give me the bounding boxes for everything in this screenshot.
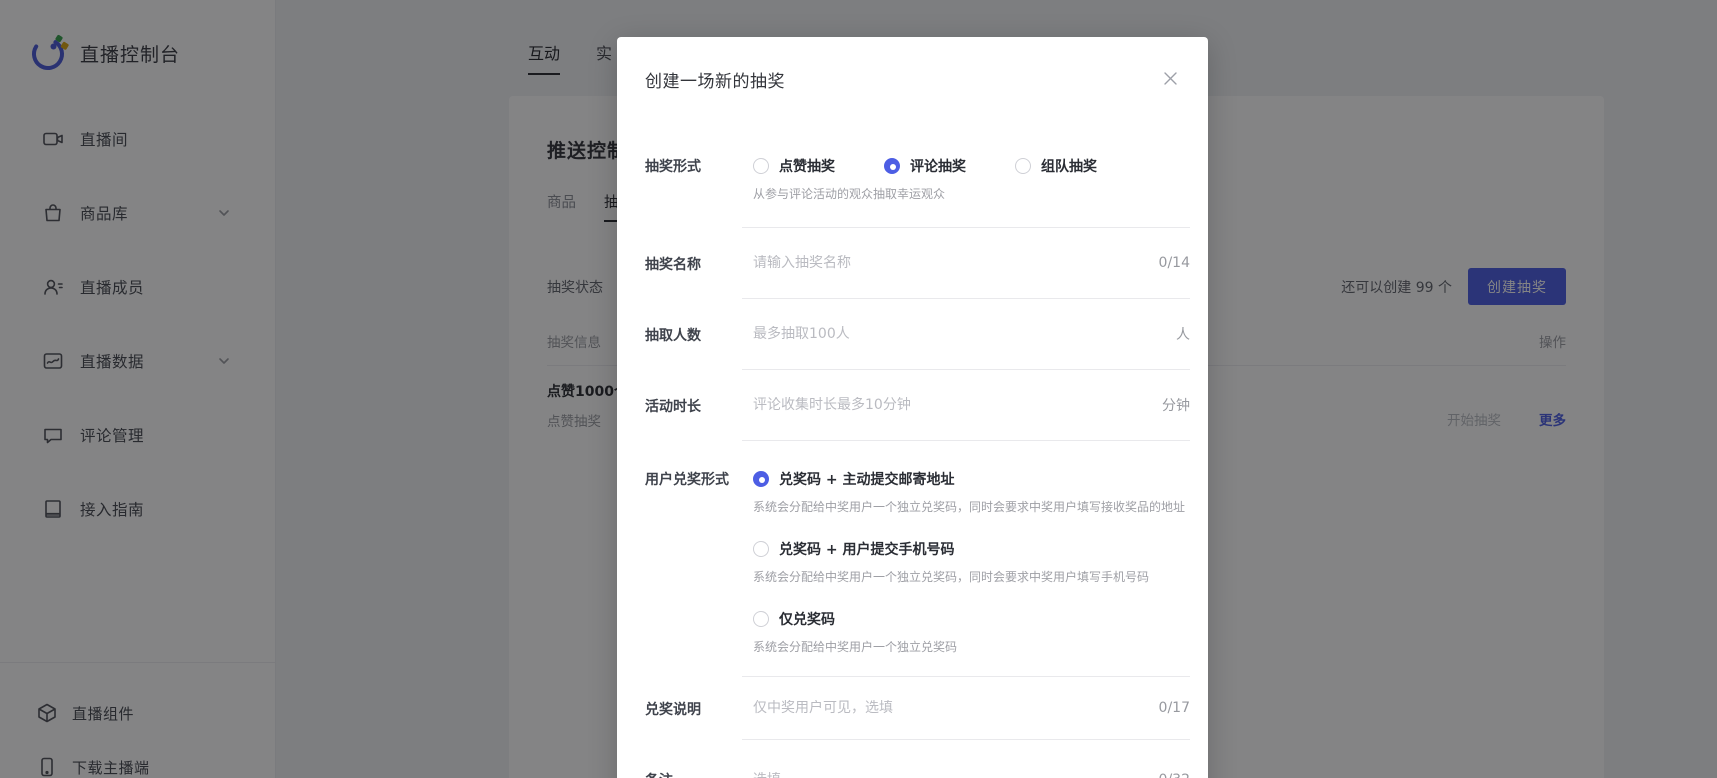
field-remark: 备注 0/32 [645,740,1190,778]
field-label: 活动时长 [645,370,742,441]
lottery-name-input[interactable] [753,255,1151,271]
modal-header: 创建一场新的抽奖 [617,37,1208,92]
radio-circle-icon [753,158,769,174]
field-helper: 系统会分配给中奖用户一个独立兑奖码，同时会要求中奖用户填写手机号码 [753,568,1190,585]
radio-team-lottery[interactable]: 组队抽奖 [1015,156,1097,176]
field-label: 抽奖名称 [645,228,742,299]
field-helper: 系统会分配给中奖用户一个独立兑奖码 [753,638,1190,655]
radio-comment-lottery[interactable]: 评论抽奖 [884,156,966,176]
field-redeem-type: 用户兑奖形式 兑奖码 + 主动提交邮寄地址 系统会分配给中奖用户一个独立兑奖码，… [645,441,1190,677]
redeem-option-code-only: 仅兑奖码 系统会分配给中奖用户一个独立兑奖码 [753,609,1190,655]
radio-circle-icon [753,471,769,487]
modal-title: 创建一场新的抽奖 [645,67,785,92]
field-redeem-description: 兑奖说明 0/17 [645,677,1190,740]
field-label: 兑奖说明 [645,677,742,740]
radio-redeem-phone[interactable]: 兑奖码 + 用户提交手机号码 [753,539,1141,559]
redeem-option-mail-address: 兑奖码 + 主动提交邮寄地址 系统会分配给中奖用户一个独立兑奖码，同时会要求中奖… [753,469,1190,515]
radio-circle-icon [1015,158,1031,174]
create-lottery-modal: 创建一场新的抽奖 抽奖形式 点赞抽奖 评论抽奖 [617,37,1208,778]
field-lottery-name: 抽奖名称 0/14 [645,228,1190,299]
unit-suffix: 分钟 [1162,395,1190,415]
field-lottery-type: 抽奖形式 点赞抽奖 评论抽奖 组队抽奖 从参与评论活 [645,134,1190,228]
radio-like-lottery[interactable]: 点赞抽奖 [753,156,835,176]
char-counter: 0/32 [1159,772,1190,778]
field-helper: 系统会分配给中奖用户一个独立兑奖码，同时会要求中奖用户填写接收奖品的地址 [753,498,1190,515]
redeem-description-input[interactable] [753,700,1151,716]
remark-input[interactable] [753,772,1151,778]
char-counter: 0/14 [1159,255,1190,271]
field-duration: 活动时长 分钟 [645,370,1190,441]
field-label: 抽奖形式 [645,134,742,228]
radio-circle-icon [753,611,769,627]
radio-redeem-mail[interactable]: 兑奖码 + 主动提交邮寄地址 [753,469,1141,489]
modal-form: 抽奖形式 点赞抽奖 评论抽奖 组队抽奖 从参与评论活 [617,134,1208,778]
char-counter: 0/17 [1159,700,1190,716]
radio-circle-icon [884,158,900,174]
radio-redeem-code-only[interactable]: 仅兑奖码 [753,609,1141,629]
field-label: 备注 [645,740,742,778]
redeem-option-phone-number: 兑奖码 + 用户提交手机号码 系统会分配给中奖用户一个独立兑奖码，同时会要求中奖… [753,539,1190,585]
field-draw-count: 抽取人数 人 [645,299,1190,370]
field-label: 抽取人数 [645,299,742,370]
close-icon[interactable] [1161,69,1180,88]
field-label: 用户兑奖形式 [645,441,742,677]
duration-input[interactable] [753,397,1154,413]
unit-suffix: 人 [1176,324,1190,344]
radio-circle-icon [753,541,769,557]
draw-count-input[interactable] [753,326,1168,342]
field-helper: 从参与评论活动的观众抽取幸运观众 [753,185,1190,202]
